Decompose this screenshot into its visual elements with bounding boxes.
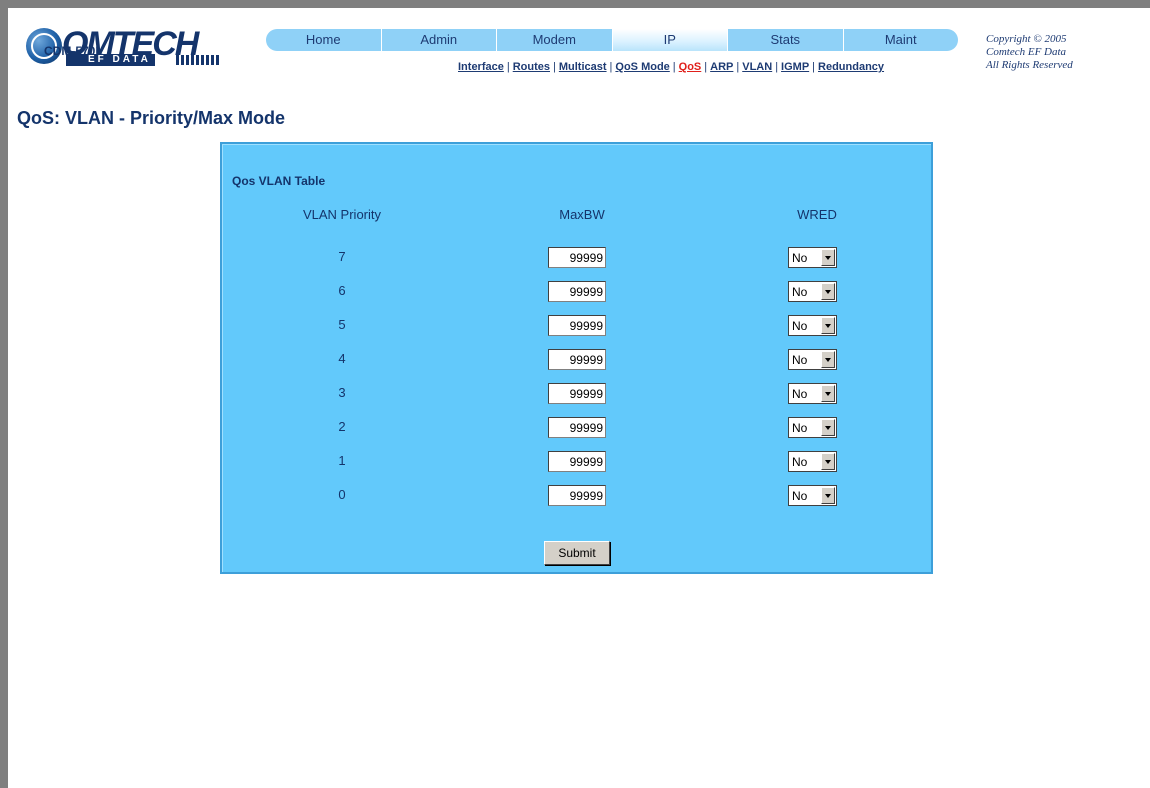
subnav-qos[interactable]: QoS [679,61,702,73]
page-title: QoS: VLAN - Priority/Max Mode [17,108,286,128]
dropdown-arrow-icon[interactable] [821,453,835,470]
maxbw-input[interactable] [548,417,606,438]
priority-value: 4 [338,351,346,366]
separator: | [812,61,816,73]
window-frame-top [0,0,1150,8]
nav-maint[interactable]: Maint [844,29,959,51]
subnav-igmp[interactable]: IGMP [781,61,809,73]
table-row: 6 No [222,279,931,303]
wred-select[interactable]: No [788,383,837,404]
priority-value: 0 [338,487,346,502]
wred-select[interactable]: No [788,451,837,472]
dropdown-arrow-icon[interactable] [821,487,835,504]
window-frame-left [0,0,8,788]
copyright-rights: All Rights Reserved [986,59,1073,71]
priority-value: 7 [338,249,346,264]
subnav-multicast[interactable]: Multicast [559,61,607,73]
wred-select[interactable]: No [788,315,837,336]
separator: | [736,61,740,73]
wred-value: No [792,488,808,503]
maxbw-input[interactable] [548,349,606,370]
subnav-arp[interactable]: ARP [710,61,733,73]
header-maxbw: MaxBW [559,207,605,222]
table-row: 3 No [222,381,931,405]
table-row: 2 No [222,415,931,439]
table-title: Qos VLAN Table [232,174,326,188]
model-label: CDM-570L [44,44,103,58]
maxbw-input[interactable] [548,383,606,404]
separator: | [506,61,510,73]
wred-value: No [792,352,808,367]
wred-select[interactable]: No [788,417,837,438]
copyright-line: Copyright © 2005 [986,33,1067,45]
sub-nav: Interface | Routes | Multicast | QoS Mode | QoS |… [458,61,884,73]
subnav-redundancy[interactable]: Redundancy [818,61,884,73]
dropdown-arrow-icon[interactable] [821,385,835,402]
table-row: 5 No [222,313,931,337]
submit-button[interactable]: Submit [544,541,610,565]
wred-select[interactable]: No [788,247,837,268]
table-row: 7 No [222,245,931,269]
wred-select[interactable]: No [788,485,837,506]
subnav-routes[interactable]: Routes [513,61,550,73]
main-nav: Home Admin Modem IP Stats Maint [266,29,958,51]
wred-value: No [792,386,808,401]
maxbw-input[interactable] [548,281,606,302]
qos-vlan-panel: Qos VLAN Table VLAN Priority MaxBW WRED … [220,142,933,574]
dropdown-arrow-icon[interactable] [821,249,835,266]
wred-value: No [792,318,808,333]
wred-value: No [792,284,808,299]
header-vlan-priority: VLAN Priority [302,207,382,222]
wred-value: No [792,454,808,469]
logo-bars-icon [176,55,220,65]
table-row: 1 No [222,449,931,473]
maxbw-input[interactable] [548,247,606,268]
subnav-qos-mode[interactable]: QoS Mode [615,61,669,73]
priority-value: 5 [338,317,346,332]
separator: | [553,61,556,73]
subnav-vlan[interactable]: VLAN [742,61,772,73]
copyright-company: Comtech EF Data [986,46,1067,58]
nav-stats[interactable]: Stats [728,29,844,51]
subnav-interface[interactable]: Interface [458,61,504,73]
wred-value: No [792,420,808,435]
priority-value: 6 [338,283,346,298]
nav-modem[interactable]: Modem [497,29,613,51]
wred-select[interactable]: No [788,281,837,302]
separator: | [672,61,676,73]
table-row: 0 No [222,483,931,507]
wred-value: No [792,250,808,265]
maxbw-input[interactable] [548,451,606,472]
dropdown-arrow-icon[interactable] [821,351,835,368]
nav-home[interactable]: Home [266,29,382,51]
nav-admin[interactable]: Admin [382,29,497,51]
table-row: 4 No [222,347,931,371]
separator: | [609,61,613,73]
comtech-logo: OMTECH EF DATA [24,26,234,88]
nav-ip[interactable]: IP [612,29,728,51]
header-wred: WRED [797,207,837,222]
maxbw-input[interactable] [548,315,606,336]
separator: | [775,61,779,73]
separator: | [704,61,708,73]
wred-select[interactable]: No [788,349,837,370]
priority-value: 3 [338,385,346,400]
priority-value: 1 [338,453,346,468]
copyright-notice: Copyright © 2005 Comtech EF Data All Rig… [986,33,1073,72]
dropdown-arrow-icon[interactable] [821,283,835,300]
maxbw-input[interactable] [548,485,606,506]
dropdown-arrow-icon[interactable] [821,317,835,334]
priority-value: 2 [338,419,346,434]
dropdown-arrow-icon[interactable] [821,419,835,436]
